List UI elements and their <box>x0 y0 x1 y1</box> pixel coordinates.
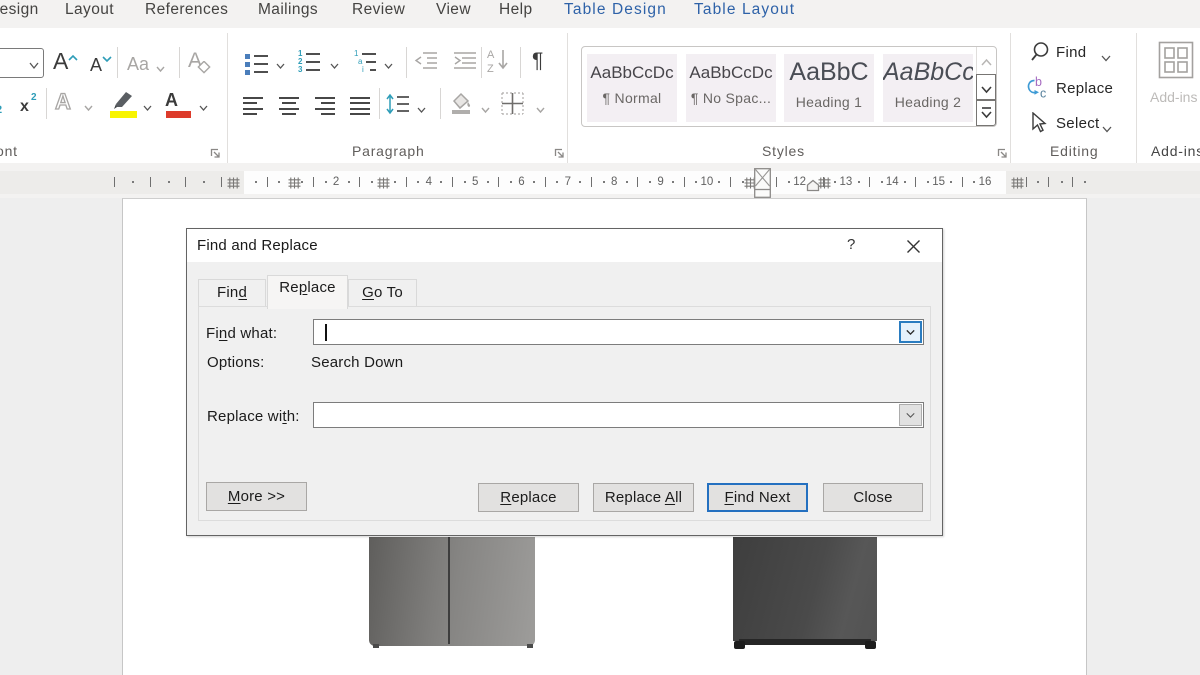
svg-text:c: c <box>1040 87 1046 100</box>
svg-text:A: A <box>487 49 495 61</box>
svg-text:Z: Z <box>487 63 494 74</box>
